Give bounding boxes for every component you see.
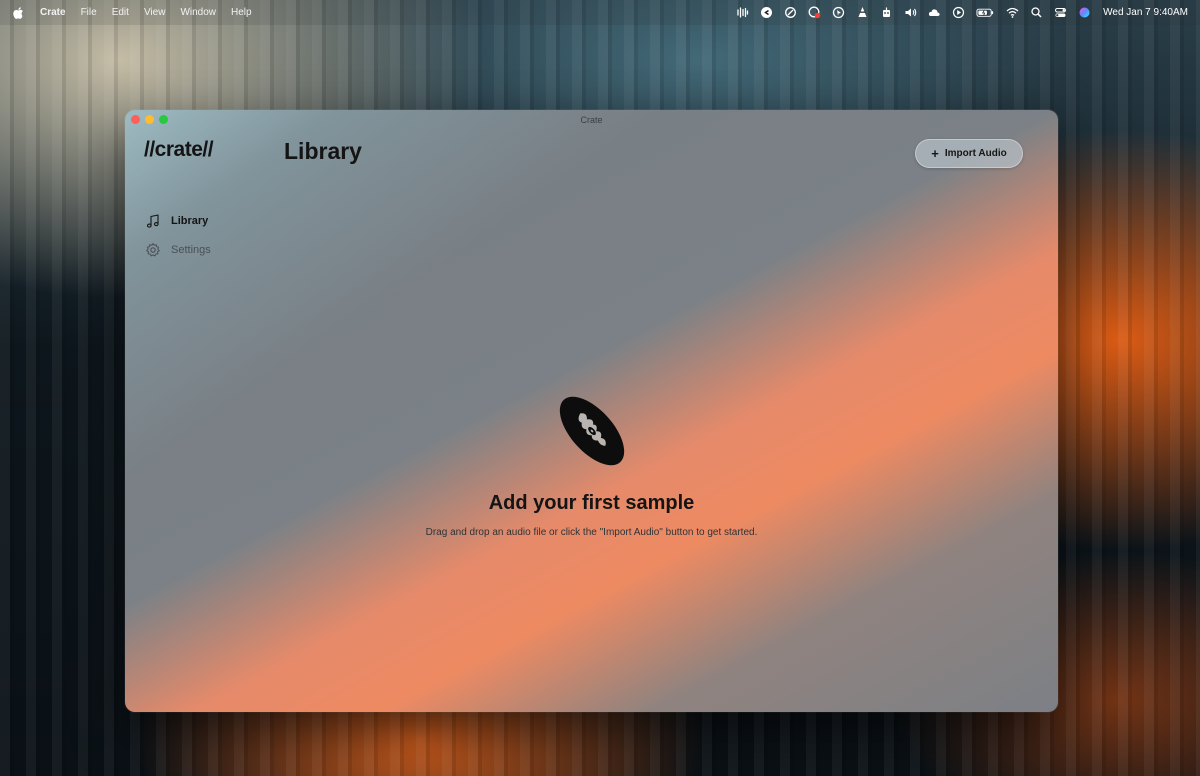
menubar-clock[interactable]: Wed Jan 7 9:40AM	[1103, 7, 1188, 18]
gear-icon	[146, 243, 160, 257]
menu-edit[interactable]: Edit	[112, 7, 129, 18]
import-audio-label: Import Audio	[944, 148, 1007, 159]
minimize-window-button[interactable]	[145, 115, 154, 124]
traffic-lights	[131, 115, 173, 124]
sidebar-item-library[interactable]: Library	[145, 210, 211, 232]
menu-file[interactable]: File	[81, 7, 97, 18]
empty-state: Add your first sample Drag and drop an a…	[125, 388, 1058, 538]
robot-icon[interactable]	[879, 6, 893, 20]
clipboard-app-icon[interactable]	[759, 6, 773, 20]
sidebar-item-label: Settings	[171, 244, 211, 256]
vinyl-record-icon	[559, 396, 624, 466]
app-logo: //crate//	[144, 138, 214, 161]
import-audio-button[interactable]: + Import Audio	[915, 139, 1023, 168]
empty-state-subtitle: Drag and drop an audio file or click the…	[425, 527, 758, 538]
plus-icon: +	[931, 146, 939, 161]
app-window: Crate //crate// Library + Import Audio L…	[125, 110, 1058, 712]
recording-icon[interactable]	[807, 6, 821, 20]
menu-bar: Crate File Edit View Window Help Wed Jan…	[0, 0, 1200, 25]
close-window-button[interactable]	[131, 115, 140, 124]
sidebar-item-settings[interactable]: Settings	[145, 239, 211, 261]
cone-icon[interactable]	[855, 6, 869, 20]
volume-icon[interactable]	[903, 6, 917, 20]
page-title: Library	[284, 138, 362, 164]
menu-view[interactable]: View	[144, 7, 166, 18]
music-note-icon	[146, 214, 159, 228]
empty-state-title: Add your first sample	[488, 492, 695, 514]
search-icon[interactable]	[1029, 6, 1043, 20]
apple-logo-icon[interactable]	[12, 6, 26, 20]
wifi-icon[interactable]	[1005, 6, 1019, 20]
zoom-window-button[interactable]	[159, 115, 168, 124]
sync-icon[interactable]	[783, 6, 797, 20]
sidebar-item-label: Library	[171, 215, 209, 227]
siri-icon[interactable]	[1077, 6, 1091, 20]
control-center-icon[interactable]	[1053, 6, 1067, 20]
sidebar: Library Settings	[145, 210, 211, 268]
menu-help[interactable]: Help	[231, 7, 252, 18]
status-area: Wed Jan 7 9:40AM	[735, 6, 1200, 20]
battery-icon[interactable]	[975, 6, 995, 20]
title-bar[interactable]: Crate	[125, 110, 1058, 130]
window-title: Crate	[580, 115, 603, 125]
cursor-app-icon[interactable]	[831, 6, 845, 20]
menu-app-name[interactable]: Crate	[40, 7, 66, 18]
cloud-icon[interactable]	[927, 6, 941, 20]
play-icon[interactable]	[951, 6, 965, 20]
menu-window[interactable]: Window	[180, 7, 216, 18]
waveform-icon[interactable]	[735, 6, 749, 20]
